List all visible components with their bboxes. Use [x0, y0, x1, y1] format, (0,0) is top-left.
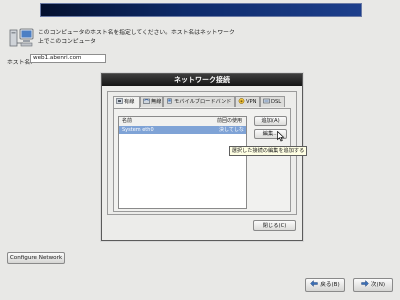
wired-tab-panel: 名前 前回の使用 System eth0 決してしない 追加(A) 編集...	[113, 108, 291, 212]
column-name[interactable]: 名前	[122, 117, 132, 126]
dialog-title: ネットワーク接続	[102, 74, 302, 86]
network-connections-dialog: ネットワーク接続 有線 無線 モバイルブロードバンド VPN DSL 名前 前回…	[101, 73, 303, 241]
wireless-icon	[143, 98, 150, 104]
table-row[interactable]: System eth0 決してしない	[119, 126, 246, 141]
tab-wired-label: 有線	[124, 99, 135, 105]
add-button[interactable]: 追加(A)	[254, 116, 287, 126]
next-arrow-icon	[361, 280, 369, 287]
next-button-label: 次(N)	[370, 282, 386, 288]
hostname-input[interactable]: web1.abenri.com	[30, 54, 106, 63]
mouse-pointer-icon	[277, 131, 285, 142]
tab-mobile-broadband-label: モバイルブロードバンド	[174, 99, 232, 105]
vpn-icon	[238, 98, 245, 104]
tab-wireless-label: 無線	[151, 99, 162, 105]
hostname-description: このコンピュータのホスト名を指定してください。ホスト名はネットワーク上でこのコン…	[38, 30, 235, 45]
tab-vpn[interactable]: VPN	[235, 96, 260, 107]
top-banner	[40, 3, 362, 17]
column-last-used[interactable]: 前回の使用	[217, 117, 242, 126]
row-last-used: 決してしない	[219, 127, 244, 141]
connection-list[interactable]: 名前 前回の使用 System eth0 決してしない	[118, 116, 247, 209]
network-computer-icon	[9, 28, 34, 47]
row-name: System eth0	[122, 127, 154, 133]
mobile-broadband-icon	[167, 98, 172, 104]
edit-tooltip: 選択した接続の編集を追加する	[229, 146, 307, 156]
tab-dsl-label: DSL	[271, 99, 282, 105]
tab-mobile-broadband[interactable]: モバイルブロードバンド	[163, 96, 235, 107]
tab-bar: 有線 無線 モバイルブロードバンド VPN DSL	[113, 96, 293, 108]
tab-dsl[interactable]: DSL	[260, 96, 285, 107]
back-button-label: 戻る(B)	[320, 282, 340, 288]
wired-icon	[116, 98, 123, 104]
tab-wireless[interactable]: 無線	[140, 96, 163, 107]
next-button[interactable]: 次(N)	[353, 278, 393, 292]
configure-network-button[interactable]: Configure Network	[7, 252, 65, 264]
back-arrow-icon	[310, 280, 318, 287]
tab-wired[interactable]: 有線	[113, 96, 140, 108]
dsl-icon	[263, 98, 270, 104]
hostname-label: ホスト名:	[7, 60, 33, 66]
back-button[interactable]: 戻る(B)	[305, 278, 345, 292]
tab-vpn-label: VPN	[246, 99, 257, 105]
close-button[interactable]: 閉じる(C)	[253, 220, 296, 231]
